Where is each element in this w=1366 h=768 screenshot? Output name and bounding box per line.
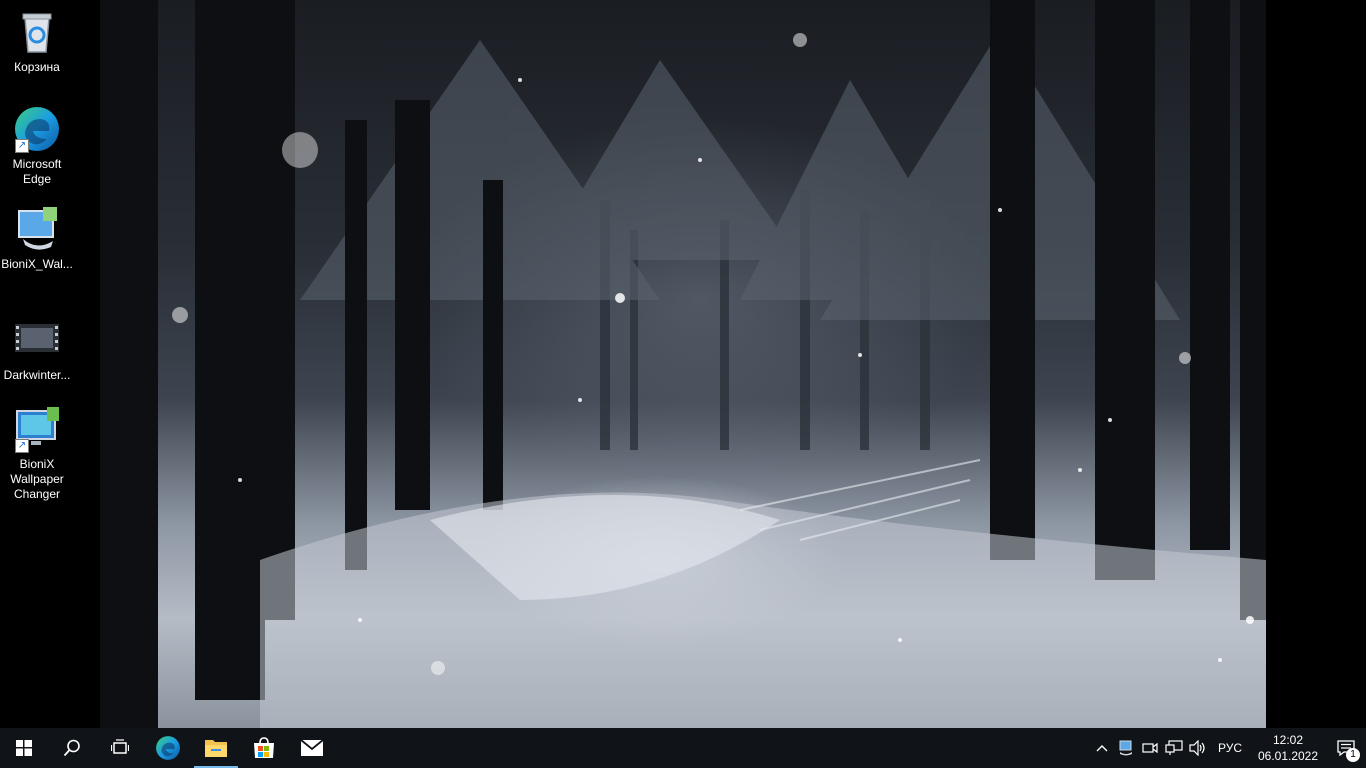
search-button[interactable] <box>48 728 96 768</box>
task-view-icon <box>111 739 129 754</box>
desktop-icon-label: BioniX_Wal... <box>1 257 73 271</box>
edge-icon: ↗ <box>13 105 61 153</box>
system-tray: РУС 12:02 06.01.2022 1 <box>1090 728 1366 768</box>
network-icon[interactable] <box>1162 728 1186 768</box>
desktop-icon-recycle-bin[interactable]: Корзина <box>0 8 74 75</box>
folder-icon <box>205 740 227 757</box>
desktop-icon-bionix-wal[interactable]: BioniX_Wal... <box>0 205 74 272</box>
desktop-icon-label: Microsoft Edge <box>12 157 62 186</box>
bionix-tray-icon[interactable] <box>1114 728 1138 768</box>
taskbar-file-explorer-button[interactable] <box>192 728 240 768</box>
show-hidden-icons-chevron-icon[interactable] <box>1090 728 1114 768</box>
volume-icon[interactable] <box>1186 728 1210 768</box>
store-icon <box>254 737 274 758</box>
camera-icon[interactable] <box>1138 728 1162 768</box>
desktop-wallpaper <box>100 0 1266 728</box>
desktop-icon-label: Корзина <box>14 60 60 74</box>
desktop-icon-darkwinter[interactable]: Darkwinter... <box>0 316 74 383</box>
action-center-button[interactable]: 1 <box>1326 728 1366 768</box>
desktop-icon-bionix-wallpaper-changer[interactable]: ↗ BioniX Wallpaper Changer <box>0 405 74 502</box>
input-language-indicator[interactable]: РУС <box>1210 741 1250 755</box>
windows-logo-icon <box>16 740 32 756</box>
desktop-icon-label: BioniX Wallpaper Changer <box>10 457 64 501</box>
desktop-icon-label: Darkwinter... <box>3 368 71 382</box>
recycle-bin-icon <box>13 8 61 56</box>
start-button[interactable] <box>0 728 48 768</box>
taskbar-edge-button[interactable] <box>144 728 192 768</box>
clock-time: 12:02 <box>1272 733 1304 747</box>
shortcut-arrow-icon: ↗ <box>15 439 29 453</box>
taskbar-store-button[interactable] <box>240 728 288 768</box>
edge-icon <box>156 736 180 760</box>
clock[interactable]: 12:02 06.01.2022 <box>1250 732 1326 764</box>
desktop-icon-microsoft-edge[interactable]: ↗ Microsoft Edge <box>0 105 74 187</box>
bionix-app-icon <box>13 205 61 253</box>
bionix-wallpaper-changer-icon: ↗ <box>13 405 61 453</box>
taskbar: РУС 12:02 06.01.2022 1 <box>0 728 1366 768</box>
task-view-button[interactable] <box>96 728 144 768</box>
notification-count-badge: 1 <box>1346 748 1360 762</box>
mail-icon <box>300 739 324 756</box>
taskbar-mail-button[interactable] <box>288 728 336 768</box>
search-icon <box>63 739 80 757</box>
shortcut-arrow-icon: ↗ <box>15 139 29 153</box>
clock-date: 06.01.2022 <box>1257 749 1319 763</box>
video-file-icon <box>13 316 61 364</box>
